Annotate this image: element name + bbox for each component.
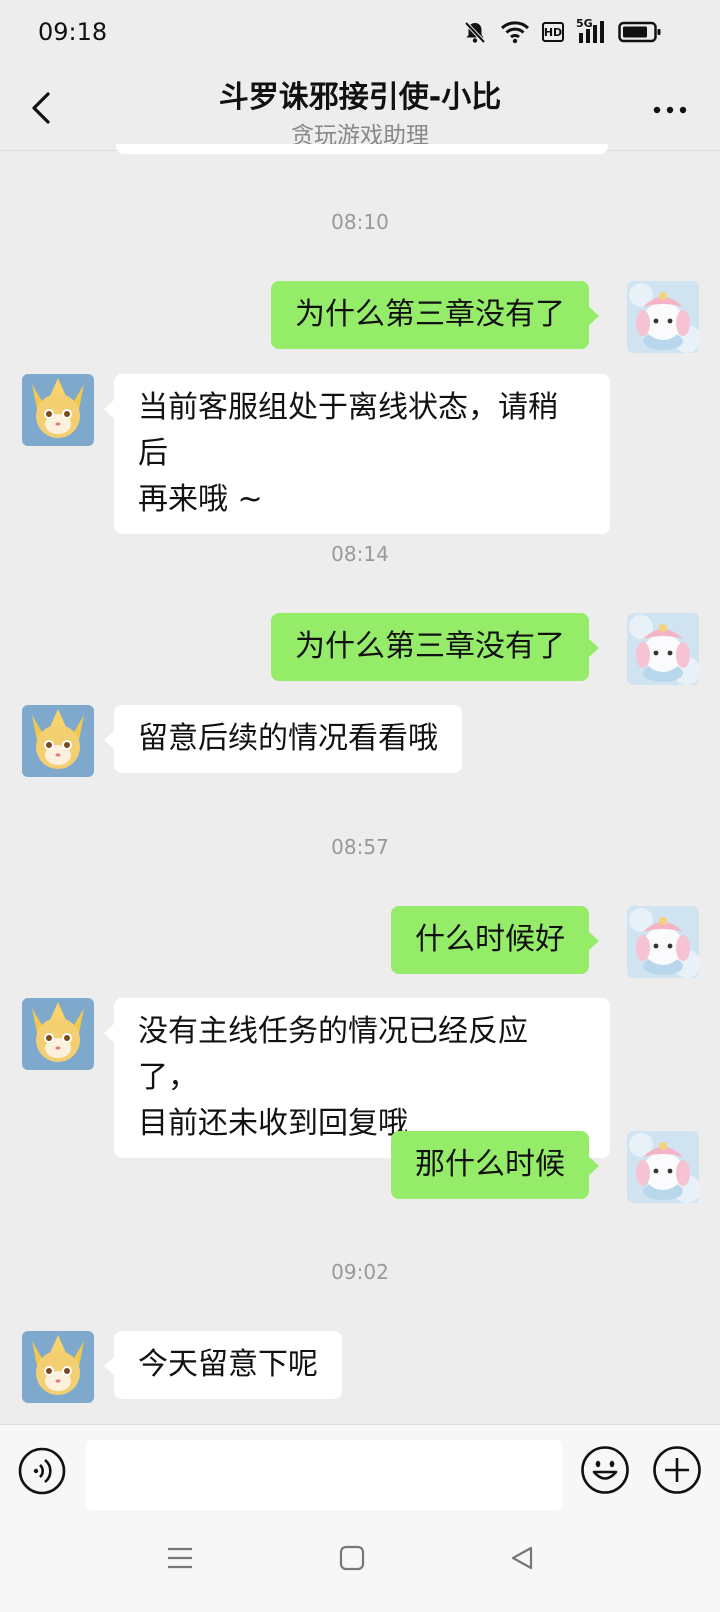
input-bar <box>0 1424 720 1515</box>
message-timestamp: 08:57 <box>331 835 389 859</box>
message-timestamp: 09:02 <box>331 1260 389 1284</box>
add-button[interactable] <box>652 1445 702 1495</box>
battery-icon <box>618 20 662 44</box>
received-message-bubble[interactable]: 今天留意下呢 <box>104 1331 342 1399</box>
chat-header: 斗罗诛邪接引使-小比 贪玩游戏助理 <box>0 64 720 151</box>
previous-message-bubble <box>116 144 608 154</box>
wifi-icon <box>500 20 530 44</box>
message-input[interactable] <box>86 1440 562 1510</box>
status-icons: HD 5G <box>462 17 662 46</box>
sent-message-bubble[interactable]: 什么时候好 <box>391 906 599 974</box>
message-line: 再来哦 ~ <box>138 482 263 517</box>
user-avatar[interactable] <box>627 906 699 978</box>
contact-avatar[interactable] <box>22 705 94 777</box>
user-avatar[interactable] <box>627 281 699 353</box>
voice-icon <box>18 1447 66 1495</box>
plus-icon <box>653 1446 701 1494</box>
message-line: 留意后续的情况看看哦 <box>138 721 438 756</box>
sent-message-bubble[interactable]: 为什么第三章没有了 <box>271 613 599 681</box>
home-square-icon <box>339 1545 365 1571</box>
received-message-bubble[interactable]: 当前客服组处于离线状态，请稍后 再来哦 ~ <box>104 374 610 534</box>
message-line: 今天留意下呢 <box>138 1347 318 1382</box>
sent-message-bubble[interactable]: 为什么第三章没有了 <box>271 281 599 349</box>
voice-button[interactable] <box>18 1447 66 1495</box>
message-line: 没有主线任务的情况已经反应了， <box>138 1014 528 1095</box>
user-avatar[interactable] <box>627 1131 699 1203</box>
nav-home-button[interactable] <box>338 1544 366 1576</box>
contact-avatar[interactable] <box>22 1331 94 1403</box>
message-timestamp: 08:10 <box>331 210 389 234</box>
hd-badge: HD <box>542 22 564 42</box>
message-line: 当前客服组处于离线状态，请稍后 <box>138 390 558 471</box>
nav-back-button[interactable] <box>508 1544 536 1576</box>
back-triangle-icon <box>511 1546 533 1570</box>
emoji-icon <box>581 1446 629 1494</box>
emoji-button[interactable] <box>580 1445 630 1495</box>
chat-title: 斗罗诛邪接引使-小比 <box>218 80 502 115</box>
nav-menu-button[interactable] <box>166 1544 194 1576</box>
status-time: 09:18 <box>38 18 108 46</box>
contact-avatar[interactable] <box>22 998 94 1070</box>
contact-avatar[interactable] <box>22 374 94 446</box>
more-dots-icon <box>653 106 687 114</box>
user-avatar[interactable] <box>627 613 699 685</box>
system-navigation-bar <box>0 1514 720 1612</box>
message-timestamp: 08:14 <box>331 542 389 566</box>
more-button[interactable] <box>650 90 690 130</box>
menu-icon <box>168 1547 192 1569</box>
bell-off-icon <box>462 19 488 45</box>
sent-message-bubble[interactable]: 那什么时候 <box>391 1131 599 1199</box>
status-bar: 09:18 HD 5G <box>0 0 720 64</box>
received-message-bubble[interactable]: 留意后续的情况看看哦 <box>104 705 462 773</box>
signal-icon: 5G <box>576 17 606 45</box>
